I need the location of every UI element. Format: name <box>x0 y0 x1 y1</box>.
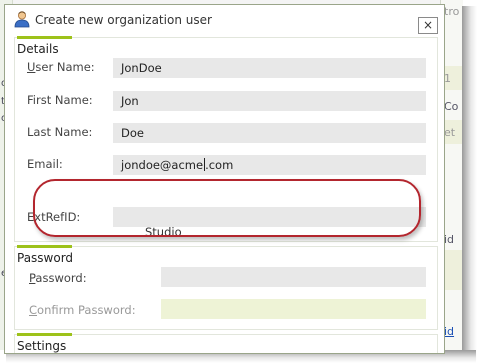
settings-section-title: Settings <box>17 339 67 353</box>
username-label: User Name: <box>27 60 95 74</box>
section-accent-tab <box>17 36 72 39</box>
firstname-label: First Name: <box>27 93 93 107</box>
lastname-label: Last Name: <box>27 125 93 139</box>
section-accent-tab <box>17 245 72 248</box>
background-text-fragment: Co <box>444 100 459 113</box>
background-text-fragment: tro <box>444 5 460 18</box>
dialog-title: Create new organization user <box>35 13 212 27</box>
password-label: Password: <box>29 271 87 285</box>
username-field[interactable]: JonDoe <box>113 58 426 78</box>
create-user-dialog: Create new organization user × Details U… <box>4 4 445 354</box>
close-icon: × <box>422 18 434 32</box>
settings-section: Settings <box>14 333 438 353</box>
user-icon <box>13 10 31 28</box>
section-accent-tab <box>17 333 72 336</box>
confirm-password-field[interactable] <box>161 299 426 319</box>
details-section-title: Details <box>17 42 59 56</box>
email-value: jondoe@acme .com <box>121 158 234 172</box>
email-highlight-annotation <box>33 179 421 237</box>
close-button[interactable]: × <box>418 17 438 34</box>
background-link-fragment[interactable]: id <box>444 325 454 338</box>
firstname-field[interactable]: Jon <box>113 91 426 111</box>
password-section: Password Password: Confirm Password: <box>14 245 438 330</box>
email-label: Email: <box>27 157 63 171</box>
dialog-shadow-right <box>462 6 477 360</box>
background-link[interactable]: id <box>444 325 454 338</box>
lastname-field[interactable]: Doe <box>113 123 426 143</box>
email-field[interactable]: jondoe@acme .com <box>113 155 426 175</box>
background-text-fragment: id <box>444 233 455 246</box>
password-section-title: Password <box>17 251 74 265</box>
details-section: Details User Name: JonDoe First Name: Jo… <box>14 36 438 242</box>
background-text-fragment: 1 <box>444 72 451 85</box>
background-text-fragment: et <box>444 126 456 139</box>
dialog-titlebar[interactable]: Create new organization user × <box>5 5 444 34</box>
confirm-password-label: Confirm Password: <box>29 303 136 317</box>
password-field[interactable] <box>161 267 426 287</box>
